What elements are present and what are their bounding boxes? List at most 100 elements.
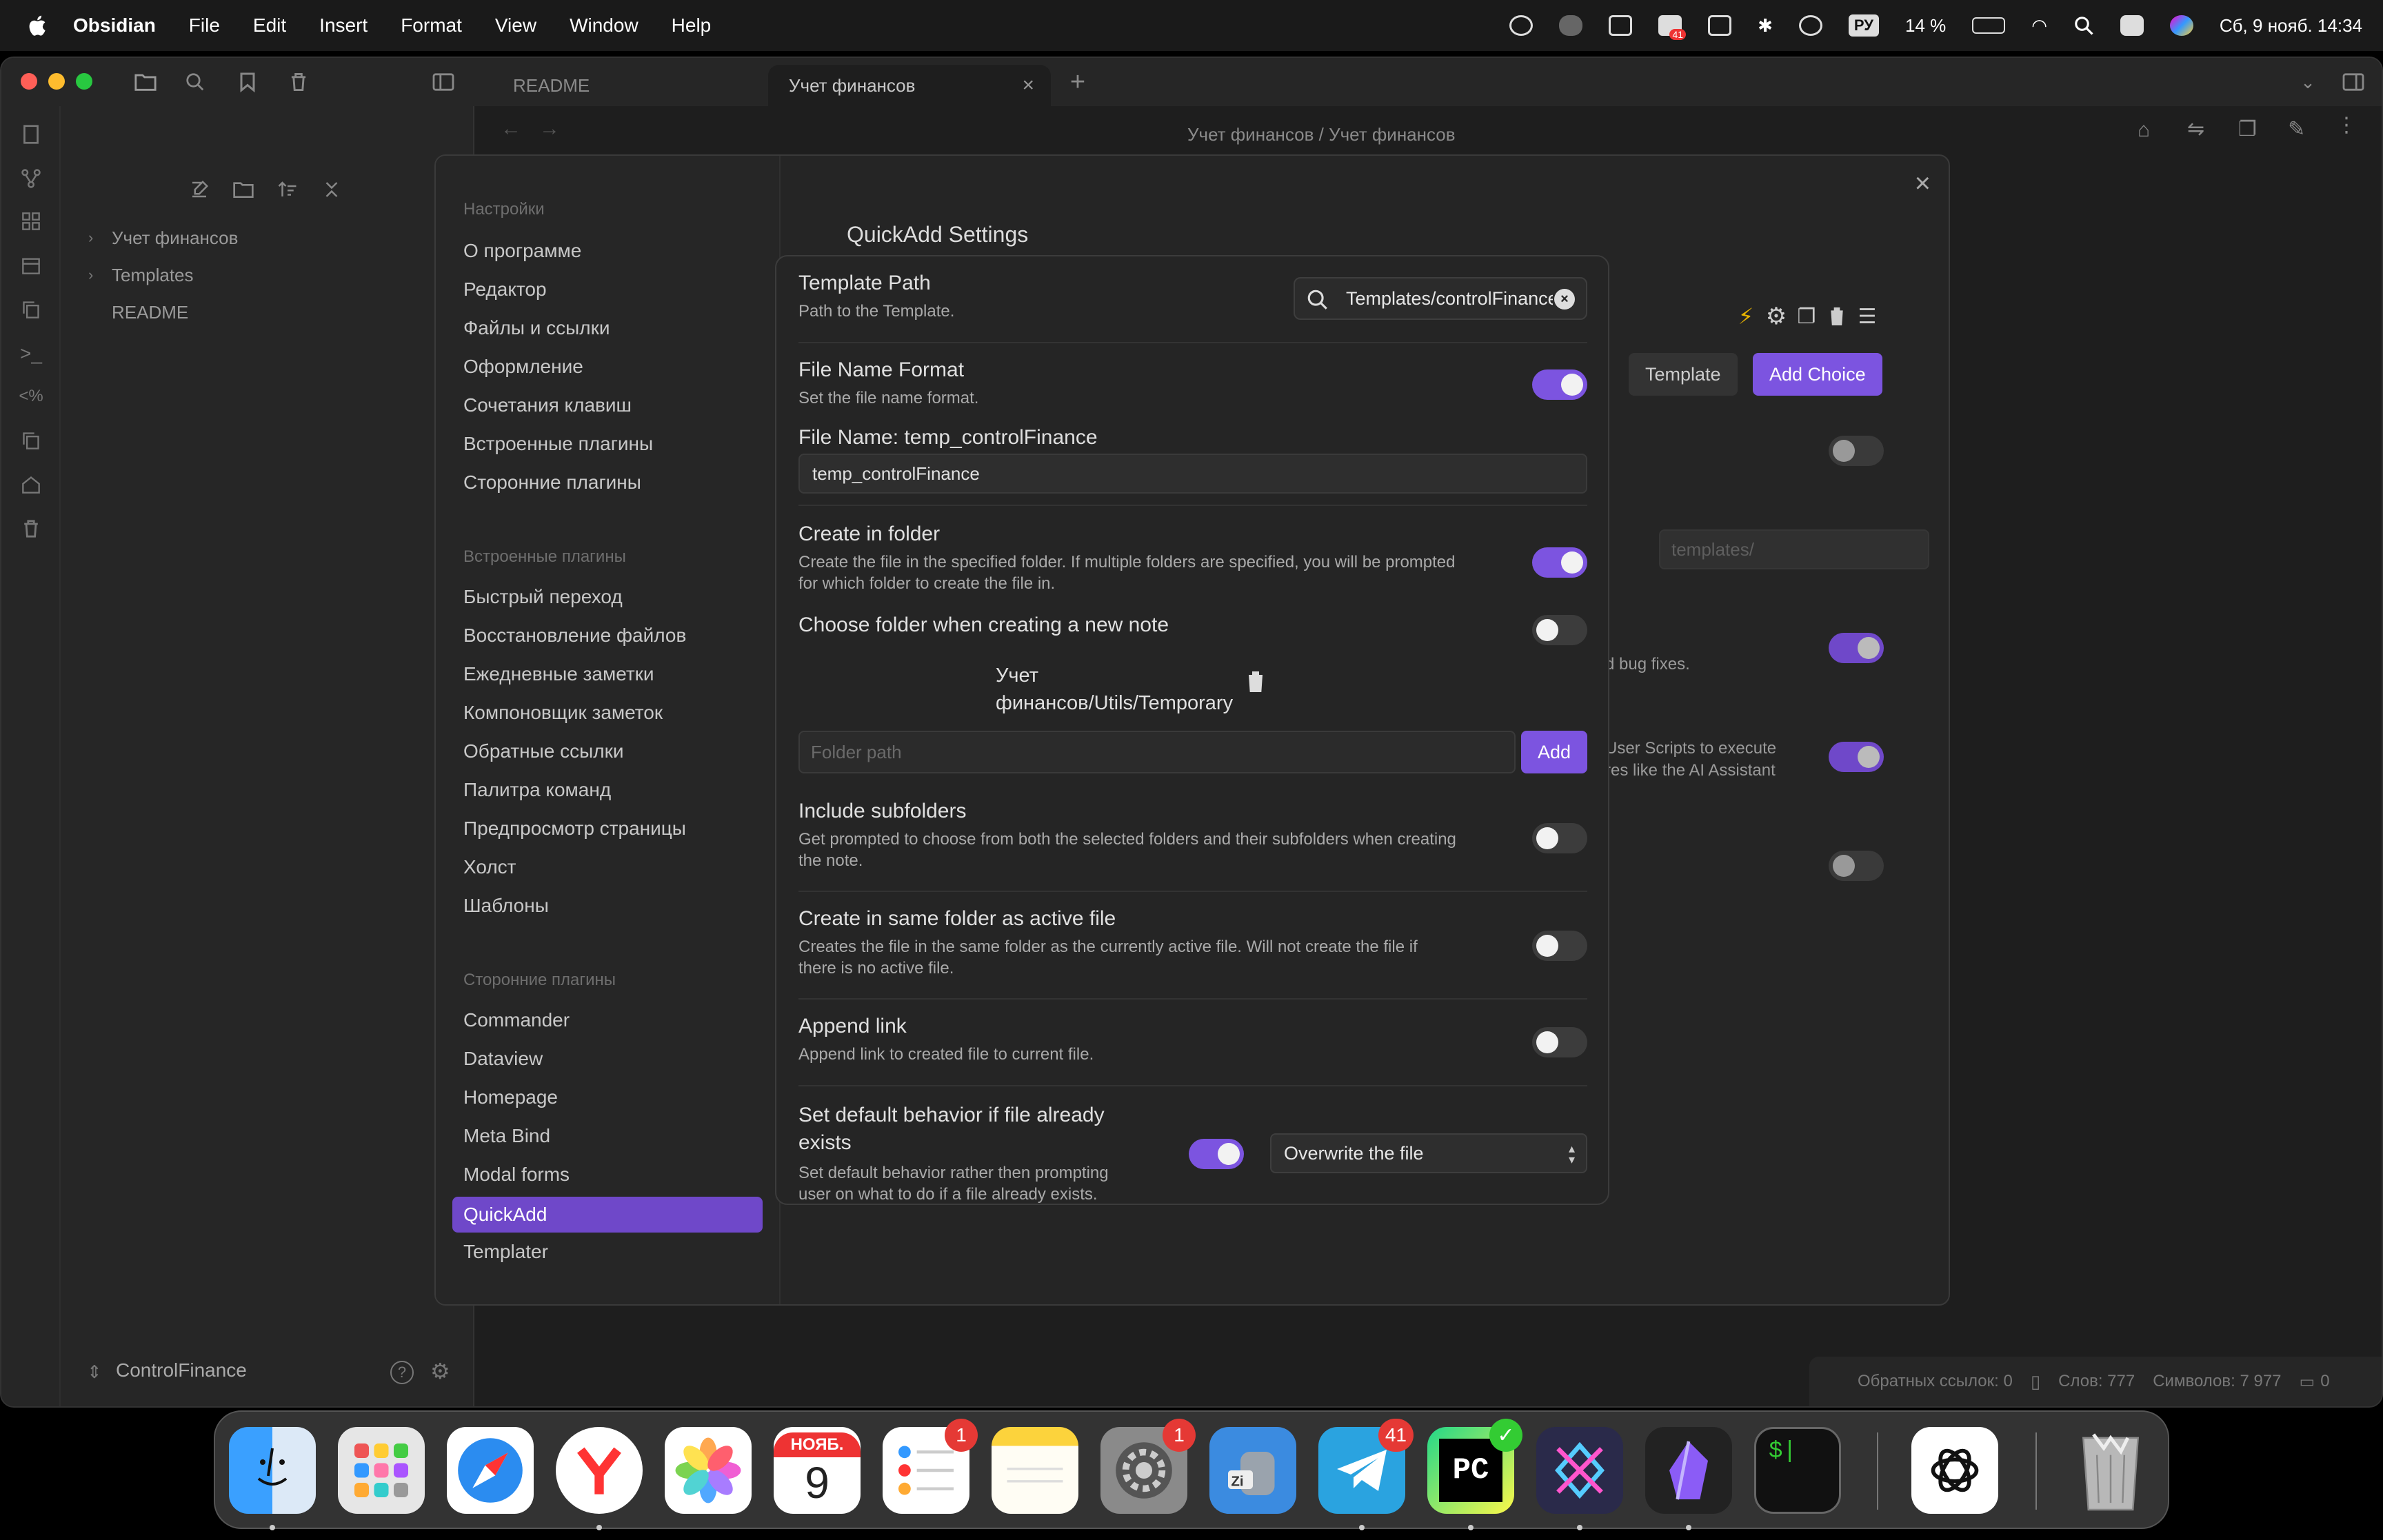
sort-icon[interactable] bbox=[276, 178, 299, 201]
chatgpt-icon[interactable] bbox=[1911, 1427, 1998, 1514]
safari-icon[interactable] bbox=[447, 1427, 534, 1514]
templates-folder-input[interactable]: templates/ bbox=[1659, 529, 1929, 569]
pages-icon[interactable] bbox=[19, 429, 43, 452]
nav-item[interactable]: Быстрый переход bbox=[463, 586, 623, 608]
close-window-button[interactable] bbox=[21, 73, 37, 90]
setting-toggle[interactable] bbox=[1829, 633, 1884, 663]
help-icon[interactable]: ? bbox=[390, 1361, 414, 1384]
nav-item[interactable]: Восстановление файлов bbox=[463, 625, 686, 647]
chevron-right-icon[interactable]: › bbox=[88, 266, 93, 284]
choose-folder-toggle[interactable] bbox=[1532, 615, 1587, 645]
new-note-icon[interactable] bbox=[188, 178, 211, 201]
menu-icon[interactable]: ☰ bbox=[1855, 304, 1880, 329]
template-type-button[interactable]: Template bbox=[1629, 353, 1738, 396]
nav-item[interactable]: Компоновщик заметок bbox=[463, 702, 663, 724]
input-language[interactable]: РУ bbox=[1848, 14, 1879, 37]
switcher-icon[interactable] bbox=[19, 123, 43, 146]
archiver-icon[interactable]: Zi bbox=[1209, 1427, 1296, 1514]
nav-item[interactable]: Сочетания клавиш bbox=[463, 394, 632, 416]
nav-item[interactable]: Commander bbox=[463, 1009, 570, 1031]
copy-icon[interactable] bbox=[19, 298, 43, 321]
launchpad-icon[interactable] bbox=[338, 1427, 425, 1514]
battery-icon[interactable] bbox=[1972, 17, 2006, 34]
nav-item[interactable]: Редактор bbox=[463, 278, 547, 301]
nav-item[interactable]: Шаблоны bbox=[463, 895, 549, 917]
finder-icon[interactable] bbox=[229, 1427, 316, 1514]
backlinks-count[interactable]: Обратных ссылок: 0 bbox=[1858, 1372, 2013, 1391]
templater-icon[interactable]: <% bbox=[19, 385, 43, 408]
system-settings-icon[interactable]: 1 bbox=[1100, 1419, 1196, 1514]
delete-icon[interactable] bbox=[19, 517, 43, 540]
calendar-icon[interactable]: НОЯБ. 9 bbox=[774, 1427, 861, 1514]
include-subfolders-toggle[interactable] bbox=[1532, 823, 1587, 853]
folder-path-input[interactable]: Folder path bbox=[798, 731, 1516, 773]
sync-icon[interactable]: ⇋ bbox=[2187, 117, 2204, 141]
trash-icon[interactable] bbox=[1824, 304, 1849, 329]
forward-arrow-icon[interactable]: → bbox=[539, 117, 560, 141]
nav-item[interactable]: Обратные ссылки bbox=[463, 740, 623, 762]
photos-icon[interactable] bbox=[665, 1427, 752, 1514]
same-folder-toggle[interactable] bbox=[1532, 931, 1587, 961]
sidebar-toggle-icon[interactable] bbox=[430, 69, 456, 95]
clock[interactable]: Сб, 9 нояб. 14:34 bbox=[2220, 15, 2362, 37]
nav-item[interactable]: Файлы и ссылки bbox=[463, 317, 610, 339]
nav-item[interactable]: Палитра команд bbox=[463, 779, 611, 801]
screen-status-icon[interactable] bbox=[1609, 15, 1633, 36]
terminal-icon[interactable]: $| bbox=[1754, 1427, 1841, 1514]
setting-toggle[interactable] bbox=[1829, 436, 1884, 466]
chevron-down-icon[interactable]: ⌄ bbox=[2295, 69, 2321, 95]
nav-item[interactable]: Templater bbox=[463, 1241, 548, 1263]
yandex-browser-icon[interactable] bbox=[556, 1427, 643, 1514]
telegram-icon[interactable]: 41 bbox=[1318, 1419, 1414, 1514]
trash-bin-icon[interactable] bbox=[2067, 1427, 2154, 1514]
template-path-search[interactable]: Templates/controlFinance.md × bbox=[1294, 277, 1587, 320]
menu-view[interactable]: View bbox=[495, 14, 536, 37]
nav-item[interactable]: Предпросмотр страницы bbox=[463, 818, 686, 840]
breadcrumb[interactable]: Учет финансов / Учет финансов bbox=[1187, 124, 1456, 145]
setting-toggle[interactable] bbox=[1829, 851, 1884, 881]
chevron-right-icon[interactable]: › bbox=[88, 229, 93, 247]
default-behavior-select[interactable]: Overwrite the file ▴ ▾ bbox=[1270, 1133, 1587, 1173]
nav-item[interactable]: Modal forms bbox=[463, 1164, 570, 1186]
vault-name[interactable]: ControlFinance bbox=[116, 1359, 247, 1381]
reminders-icon[interactable]: 1 bbox=[883, 1419, 978, 1514]
terminal-icon[interactable]: >_ bbox=[19, 342, 43, 365]
siri-icon[interactable] bbox=[2169, 15, 2193, 36]
new-folder-icon[interactable] bbox=[232, 178, 255, 201]
notification-status-icon[interactable]: 41 bbox=[1658, 15, 1687, 40]
setting-toggle[interactable] bbox=[1829, 742, 1884, 772]
nav-item[interactable]: О программе bbox=[463, 240, 581, 262]
add-folder-button[interactable]: Add bbox=[1521, 731, 1587, 773]
canvas-icon[interactable] bbox=[19, 210, 43, 233]
trash-icon[interactable] bbox=[1245, 670, 1266, 693]
nav-item[interactable]: Сторонние плагины bbox=[463, 472, 641, 494]
nav-item-active[interactable]: QuickAdd bbox=[452, 1197, 763, 1233]
nav-item[interactable]: Встроенные плагины bbox=[463, 433, 653, 455]
obsidian-icon[interactable] bbox=[1645, 1427, 1732, 1514]
keyboard-status-icon[interactable] bbox=[1708, 15, 1732, 36]
back-arrow-icon[interactable]: ← bbox=[501, 117, 521, 141]
append-link-toggle[interactable] bbox=[1532, 1027, 1587, 1057]
trash-icon[interactable] bbox=[285, 69, 312, 95]
add-choice-button[interactable]: Add Choice bbox=[1753, 353, 1882, 396]
bluetooth-icon[interactable]: ✱ bbox=[1758, 15, 1773, 37]
search-icon[interactable] bbox=[182, 69, 208, 95]
edit-icon[interactable]: ✎ bbox=[2288, 117, 2305, 141]
folder-icon[interactable] bbox=[132, 69, 159, 95]
minimize-window-button[interactable] bbox=[48, 73, 65, 90]
tab-readme[interactable]: README bbox=[492, 65, 768, 106]
notes-icon[interactable] bbox=[992, 1427, 1078, 1514]
file-name-format-toggle[interactable] bbox=[1532, 369, 1587, 400]
menu-window[interactable]: Window bbox=[570, 14, 639, 37]
menu-help[interactable]: Help bbox=[672, 14, 712, 37]
home-icon[interactable]: ⌂ bbox=[2138, 119, 2150, 142]
tab-uchet-finansov[interactable]: Учет финансов × bbox=[768, 65, 1051, 106]
nav-item[interactable]: Оформление bbox=[463, 356, 583, 378]
menu-app-name[interactable]: Obsidian bbox=[73, 14, 156, 37]
lightning-icon[interactable]: ⚡ bbox=[1733, 304, 1758, 329]
default-behavior-toggle[interactable] bbox=[1189, 1139, 1244, 1169]
more-options-icon[interactable]: ⋮ bbox=[2336, 113, 2357, 137]
home-icon[interactable] bbox=[19, 473, 43, 496]
graph-icon[interactable] bbox=[19, 167, 43, 190]
cloud-status-icon[interactable] bbox=[1559, 15, 1583, 36]
